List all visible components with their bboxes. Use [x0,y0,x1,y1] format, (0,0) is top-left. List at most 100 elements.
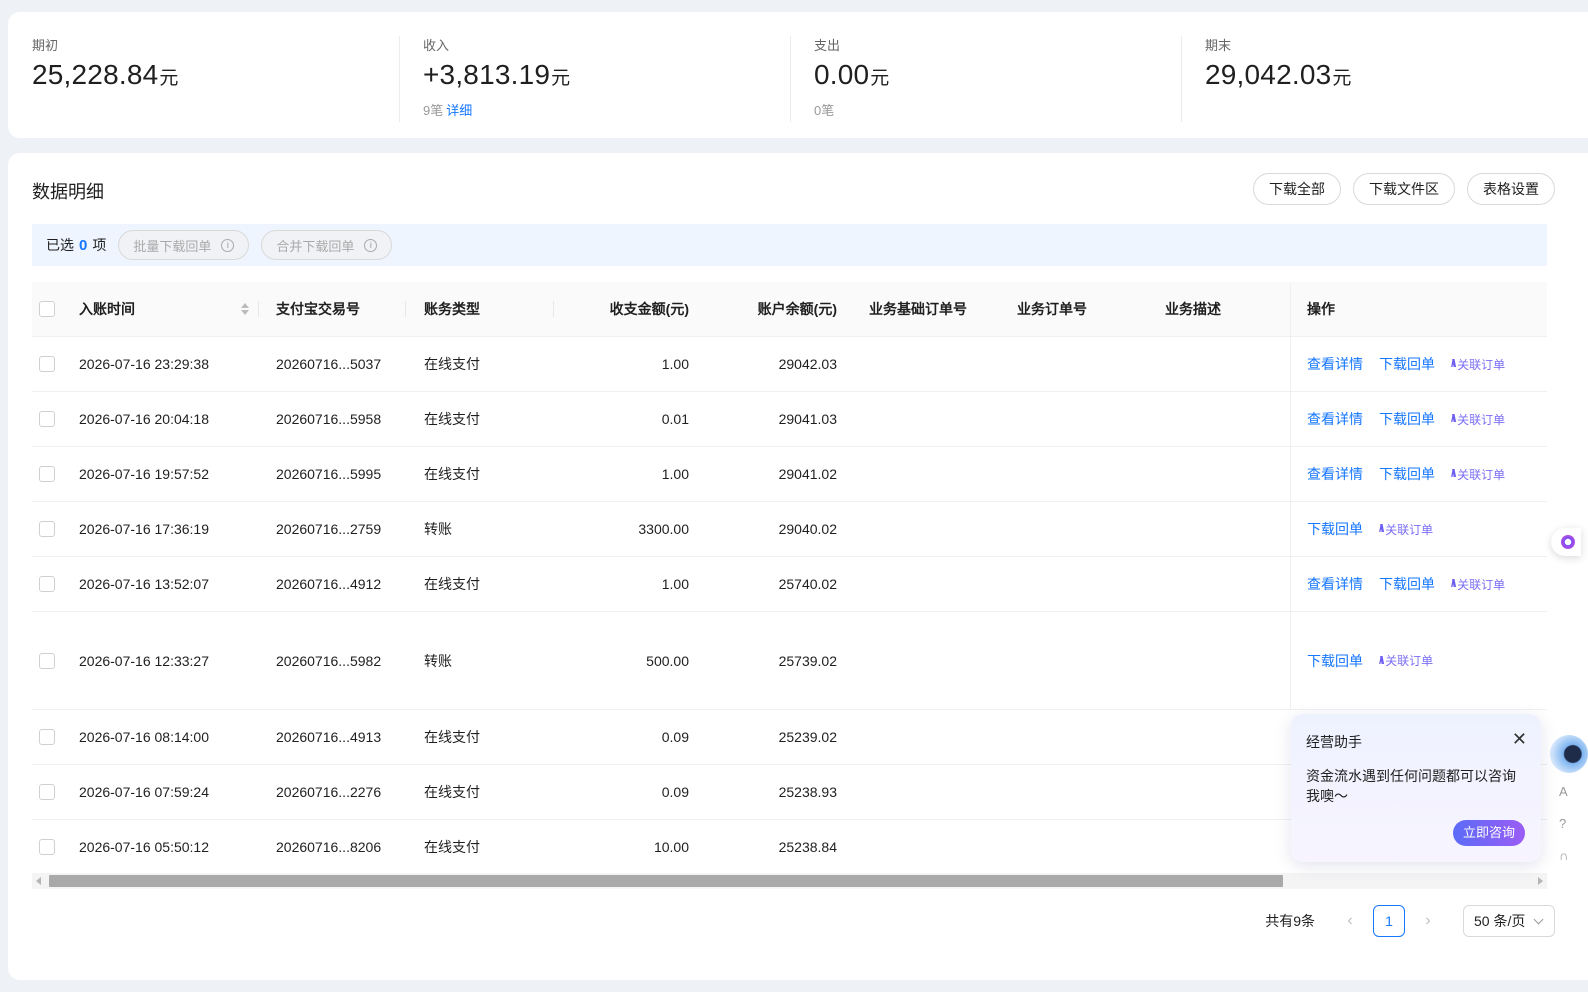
row-checkbox[interactable] [39,839,55,855]
cell-order [1017,820,1147,874]
cell-time: 2026-07-16 08:14:00 [79,729,209,745]
summary-label: 支出 [814,38,841,53]
cell-time: 2026-07-16 20:04:18 [79,411,209,427]
download-receipt-link[interactable]: 下载回单 [1307,519,1363,539]
link-order-link[interactable]: /\\ 关联订单 [1451,576,1505,593]
headset-icon[interactable]: ∩ [1559,848,1568,863]
view-detail-link[interactable]: 查看详情 [1307,464,1363,484]
scrollbar-thumb[interactable] [49,875,1283,887]
cell-balance: 25740.02 [778,576,837,592]
cell-trade-no: 20260716...5982 [276,652,382,669]
toolbar: 下载全部 下载文件区 表格设置 [1253,173,1555,205]
table-header: 入账时间 支付宝交易号 账务类型 收支金额(元) 账户余额(元) 业务基础订单号… [32,282,1547,337]
header-time[interactable]: 入账时间 [79,282,259,336]
download-receipt-link[interactable]: 下载回单 [1379,464,1435,484]
cell-desc [1165,820,1285,874]
header-type: 账务类型 [424,282,554,336]
cell-amount: 0.09 [661,784,689,800]
cell-type: 在线支付 [424,411,480,427]
download-receipt-link[interactable]: 下载回单 [1379,574,1435,594]
download-area-button[interactable]: 下载文件区 [1353,173,1455,205]
cell-balance: 29041.02 [778,466,837,482]
cell-amount: 1.00 [661,466,689,482]
cell-desc [1165,392,1285,446]
income-detail-link[interactable]: 详细 [446,103,472,118]
view-detail-link[interactable]: 查看详情 [1307,409,1363,429]
row-checkbox[interactable] [39,576,55,592]
consult-now-button[interactable]: 立即咨询 [1452,820,1525,846]
cell-type: 在线支付 [424,356,480,372]
download-receipt-link[interactable]: 下载回单 [1379,409,1435,429]
cell-time: 2026-07-16 17:36:19 [79,521,209,537]
summary-card: 期初 25,228.84元 收入 +3,813.19元 9笔 详细 支出 0.00… [8,12,1588,138]
cell-order [1017,710,1147,764]
cell-base-order [869,392,999,446]
cell-trade-no: 20260716...2759 [276,521,382,537]
summary-value: +3,813.19元 [423,59,571,90]
row-checkbox[interactable] [39,411,55,427]
ai-spark-icon: /\\ [1451,468,1456,480]
cell-amount: 0.01 [661,411,689,427]
header-ops: 操作 [1290,282,1547,336]
download-receipt-link[interactable]: 下载回单 [1307,651,1363,671]
robot-avatar-icon[interactable] [1550,735,1588,773]
cell-time: 2026-07-16 13:52:07 [79,576,209,592]
row-checkbox[interactable] [39,652,55,669]
link-order-link[interactable]: /\\ 关联订单 [1379,521,1433,538]
floating-widget[interactable] [1551,528,1581,556]
next-page-icon[interactable]: › [1415,912,1441,930]
scroll-right-icon[interactable] [1538,877,1543,885]
view-detail-link[interactable]: 查看详情 [1307,354,1363,374]
cell-desc [1165,557,1285,611]
header-base-order: 业务基础订单号 [869,301,967,317]
summary-count: 9笔 详细 [423,103,473,118]
row-checkbox[interactable] [39,521,55,537]
view-detail-link[interactable]: 查看详情 [1307,574,1363,594]
page-title: 数据明细 [32,182,104,202]
row-checkbox[interactable] [39,466,55,482]
link-order-link[interactable]: /\\ 关联订单 [1379,652,1433,669]
download-receipt-link[interactable]: 下载回单 [1379,354,1435,374]
row-checkbox[interactable] [39,729,55,745]
link-order-link[interactable]: /\\ 关联订单 [1451,466,1505,483]
page-size-select[interactable]: 50 条/页 [1463,905,1555,937]
table-settings-button[interactable]: 表格设置 [1467,173,1555,205]
table-row: 2026-07-16 20:04:18 20260716...5958 在线支付 0.… [32,392,1547,447]
link-order-link[interactable]: /\\ 关联订单 [1451,356,1505,373]
cell-base-order [869,710,999,764]
close-icon[interactable]: ✕ [1512,730,1527,748]
cell-desc [1165,765,1285,819]
cell-trade-no: 20260716...8206 [276,839,382,855]
scroll-left-icon[interactable] [36,877,41,885]
merge-download-button[interactable]: 合并下载回单 i [261,230,393,260]
cell-desc [1165,447,1285,501]
cell-trade-no: 20260716...5995 [276,466,382,482]
summary-label: 期末 [1205,38,1232,53]
select-all-checkbox[interactable] [39,301,55,317]
ai-spark-icon: /\\ [1451,358,1456,370]
cell-type: 在线支付 [424,784,480,800]
sort-icon[interactable] [241,303,249,315]
ai-spark-icon: /\\ [1451,578,1456,590]
row-checkbox[interactable] [39,356,55,372]
cell-desc [1165,710,1285,764]
batch-download-button[interactable]: 批量下载回单 i [118,230,250,260]
table-row: 2026-07-16 17:36:19 20260716...2759 转账 3300… [32,502,1547,557]
table-row: 2026-07-16 12:33:27 20260716...5982 转账 500.… [32,612,1547,710]
page-number[interactable]: 1 [1373,905,1405,937]
cell-time: 2026-07-16 05:50:12 [79,839,209,855]
header-desc: 业务描述 [1165,301,1221,317]
link-order-link[interactable]: /\\ 关联订单 [1451,411,1505,428]
cell-balance: 25238.93 [778,784,837,800]
cell-base-order [869,557,999,611]
cell-balance: 25739.02 [778,652,837,669]
cell-amount: 0.09 [661,729,689,745]
download-all-button[interactable]: 下载全部 [1253,173,1341,205]
summary-income: 收入 +3,813.19元 9笔 详细 [399,12,790,138]
sidebar-glyph-icon[interactable]: A [1559,784,1568,799]
help-icon[interactable]: ? [1559,816,1566,831]
horizontal-scrollbar[interactable] [32,873,1547,889]
prev-page-icon[interactable]: ‹ [1337,912,1363,930]
row-checkbox[interactable] [39,784,55,800]
cell-ops: 下载回单 /\\ 关联订单 [1290,502,1547,556]
